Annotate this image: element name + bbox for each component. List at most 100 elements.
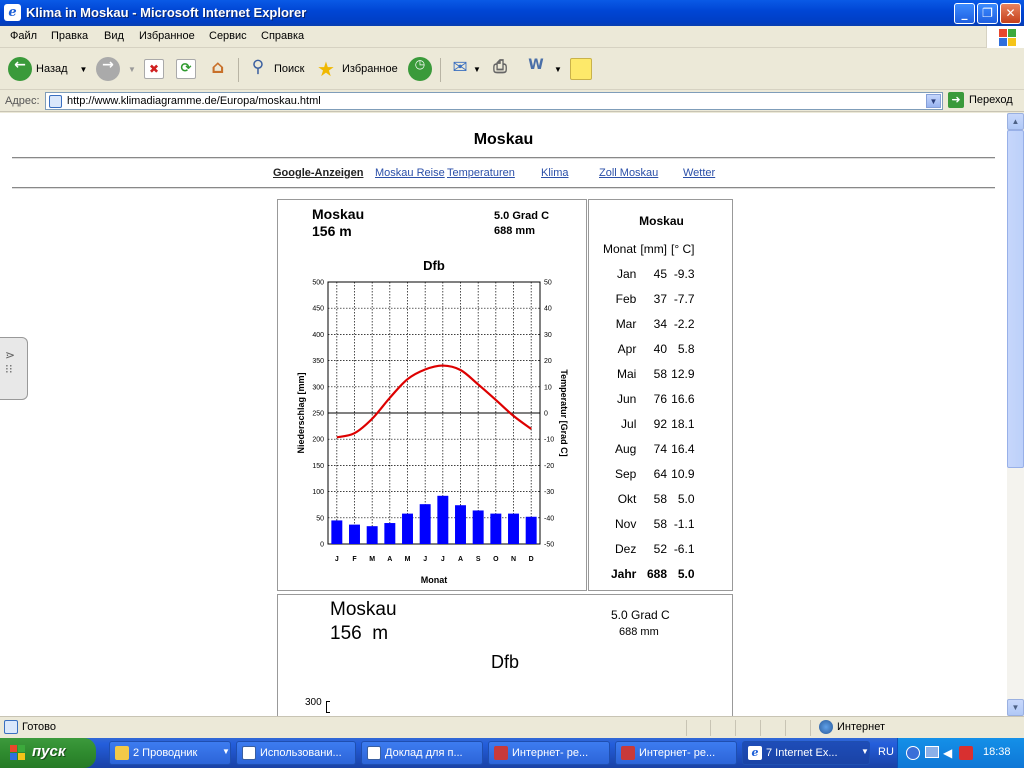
start-button[interactable]: пуск [0,738,96,768]
menu-view[interactable]: Вид [104,30,124,42]
climate-table: Monat [mm] [° C] Jan 45 -9.3 Feb 37 -7.7 Mar 34 -2.… [601,236,697,586]
table-row: Apr 40 5.8 [601,336,697,361]
y2-tick-label: 40 [544,306,552,313]
precip-bar [472,510,484,544]
precip-bar [490,513,502,544]
table-row: Mai 58 12.9 [601,361,697,386]
back-arrow-icon: ← [8,57,32,81]
x-tick-label: A [458,556,463,563]
side-panel-toggle[interactable]: ⋗ ⁝⁝ [0,337,28,400]
link-zoll-moskau[interactable]: Zoll Moskau [599,167,658,179]
forward-dropdown-icon[interactable]: ▼ [128,65,136,74]
y2-tick-label: -40 [544,515,554,522]
link-klima[interactable]: Klima [541,167,569,179]
menu-favorites[interactable]: Избранное [139,30,195,42]
history-button[interactable]: ◷ [408,56,432,82]
status-bar: Готово Интернет [0,716,1024,738]
task-internet-explorer[interactable]: e 7 Internet Ex... ▼ [742,741,870,765]
refresh-button[interactable]: ⟳ [176,56,196,82]
address-input[interactable]: http://www.klimadiagramme.de/Europa/mosk… [45,92,943,110]
favorites-button[interactable]: ★ Избранное [314,56,398,82]
address-dropdown-icon[interactable]: ▼ [926,94,941,108]
edit-button[interactable]: W ▼ [524,56,562,82]
search-button[interactable]: ⚲ Поиск [246,56,305,82]
vertical-scrollbar[interactable]: ▲ ▼ [1007,113,1024,716]
climate-table-panel: Moskau Monat [mm] [° C] Jan 45 -9.3 Feb 37 -7.7 M… [588,199,733,591]
scroll-down-arrow[interactable]: ▼ [1007,699,1024,716]
precip-cell: 37 [653,291,668,306]
chart2-climate-class: Dfb [491,652,520,672]
table-row: Jul 92 18.1 [601,411,697,436]
precip-bar [402,513,413,544]
task-word-1[interactable]: Использовани... [236,741,356,765]
title-bar[interactable]: e Klima in Moskau - Microsoft Internet E… [0,0,1024,26]
back-dropdown-icon[interactable]: ▼ [80,65,88,74]
status-separator [785,720,786,736]
windows-logo-icon [986,26,1024,48]
clock[interactable]: 18:38 [983,746,1011,758]
link-wetter[interactable]: Wetter [683,167,715,179]
home-button[interactable]: ⌂ [206,56,230,82]
antivirus-icon[interactable] [959,746,973,760]
precip-cell: 58 [653,366,668,381]
language-indicator[interactable]: RU [878,746,894,758]
task-explorer[interactable]: 2 Проводник ▼ [109,741,231,765]
network-icon[interactable] [925,746,939,758]
precip-bar [366,526,378,544]
mail-dropdown-icon[interactable]: ▼ [473,65,481,74]
precip-cell: 688 [647,566,668,581]
close-button[interactable]: ✕ [1000,3,1021,24]
go-arrow-icon: ➜ [948,92,964,108]
minimize-button[interactable]: _ [954,3,975,24]
menu-help[interactable]: Справка [261,30,304,42]
menu-tools[interactable]: Сервис [209,30,247,42]
link-moskau-reise[interactable]: Moskau Reise [375,167,445,179]
word-doc-icon [367,746,381,760]
messenger-button[interactable] [570,56,592,82]
month-cell: Jun [617,391,637,406]
page-content[interactable]: Moskau Google-Anzeigen Moskau Reise Temp… [0,113,1007,716]
toolbar-separator [440,58,441,82]
table-row: Okt 58 5.0 [601,486,697,511]
ads-label[interactable]: Google-Anzeigen [273,167,363,179]
temp-cell: 10.9 [671,466,695,481]
maximize-button[interactable]: ❐ [977,3,998,24]
print-button[interactable]: ⎙ [488,56,512,82]
edit-dropdown-icon[interactable]: ▼ [554,65,562,74]
precip-bar [419,504,431,544]
scroll-up-arrow[interactable]: ▲ [1007,113,1024,130]
table-row: Feb 37 -7.7 [601,286,697,311]
x-tick-label: J [423,556,427,563]
task-group-arrow-icon: ▼ [222,747,230,756]
precip-cell: 52 [653,541,668,556]
go-button[interactable]: ➜ Переход [948,92,1013,108]
x-tick-label: J [335,556,339,563]
x-tick-label: M [405,556,411,563]
climate-chart-panel-2: Moskau 156 m 5.0 Grad C 688 mm Dfb 300 [277,594,733,716]
task-label: Использовани... [260,747,342,759]
temp-cell: [° C] [671,241,695,256]
x-tick-label: F [352,556,357,563]
task-internet-2[interactable]: Интернет- ре... [615,741,737,765]
tray-expand-icon[interactable] [906,746,920,760]
table-row: Sep 64 10.9 [601,461,697,486]
month-cell: Jul [621,416,637,431]
menu-file[interactable]: Файл [10,30,37,42]
stop-button[interactable]: ✖ [144,56,164,82]
speaker-icon[interactable]: ◀ [943,746,957,760]
task-word-2[interactable]: Доклад для п... [361,741,483,765]
back-button[interactable]: ← Назад ▼ [8,56,87,82]
forward-button[interactable]: → ▼ [96,56,136,82]
precip-cell: 76 [653,391,668,406]
task-internet-1[interactable]: Интернет- ре... [488,741,610,765]
window-title: Klima in Moskau - Microsoft Internet Exp… [26,5,307,20]
scroll-thumb[interactable] [1007,130,1024,468]
link-temperaturen[interactable]: Temperaturen [447,167,515,179]
status-separator [686,720,687,736]
mail-button[interactable]: ✉ ▼ [448,56,481,82]
menu-edit[interactable]: Правка [51,30,88,42]
month-cell: Dez [615,541,637,556]
chart2-elevation: 156 m [330,623,389,644]
precip-cell: 58 [653,516,668,531]
divider [12,157,995,159]
